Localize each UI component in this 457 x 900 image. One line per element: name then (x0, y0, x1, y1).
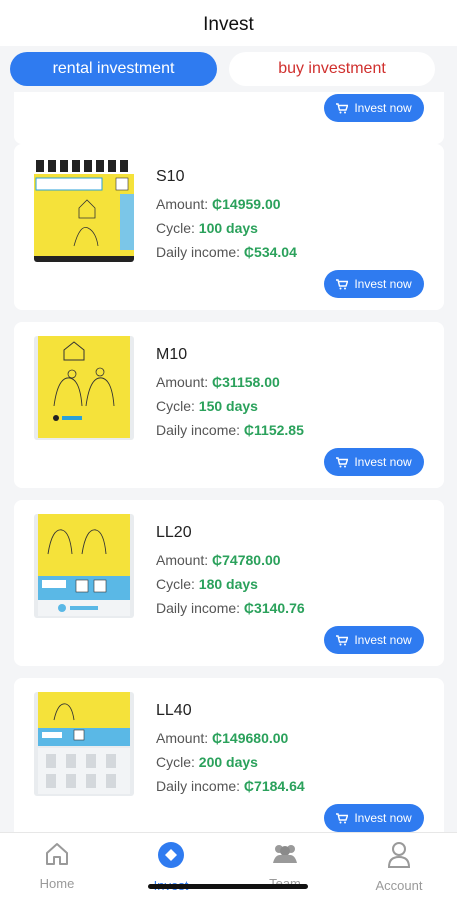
daily-income-value: ₵7184.64 (243, 778, 305, 794)
daily-income-row: Daily income: ₵7184.64 (156, 778, 305, 794)
cart-icon (336, 456, 349, 468)
product-name: LL20 (156, 524, 192, 541)
amount-value: ₵74780.00 (212, 552, 281, 568)
product-image-ll40 (34, 692, 134, 796)
invest-now-label: Invest now (354, 455, 412, 469)
product-name: M10 (156, 346, 188, 363)
invest-now-button[interactable]: Invest now (324, 804, 424, 832)
cycle-value: 200 days (198, 754, 258, 770)
invest-now-label: Invest now (354, 811, 412, 825)
product-name: S10 (156, 168, 185, 185)
cycle-row: Cycle: 100 days (156, 220, 258, 236)
amount-value: ₵149680.00 (212, 730, 289, 746)
product-name: LL40 (156, 702, 192, 719)
invest-now-label: Invest now (354, 277, 412, 291)
invest-now-button[interactable]: Invest now (324, 626, 424, 654)
team-icon (270, 841, 300, 870)
home-indicator[interactable] (148, 884, 308, 889)
cart-icon (336, 634, 349, 646)
product-image-ll20 (34, 514, 134, 618)
nav-item-home[interactable]: Home (0, 841, 114, 897)
product-image-s10 (34, 158, 134, 262)
product-card-ll40: LL40 Amount: ₵149680.00 Cycle: 200 days … (14, 678, 444, 832)
daily-income-row: Daily income: ₵1152.85 (156, 422, 304, 438)
amount-row: Amount: ₵74780.00 (156, 552, 281, 568)
cart-icon (336, 102, 349, 114)
cart-icon (336, 812, 349, 824)
cycle-value: 100 days (198, 220, 258, 236)
nav-item-account[interactable]: Account (342, 841, 456, 897)
product-card-partial: Invest now (14, 92, 444, 144)
daily-income-value: ₵534.04 (243, 244, 297, 260)
product-card-ll20: LL20 Amount: ₵74780.00 Cycle: 180 days D… (14, 500, 444, 666)
amount-value: ₵14959.00 (212, 196, 281, 212)
amount-row: Amount: ₵14959.00 (156, 196, 281, 212)
product-card-s10: S10 Amount: ₵14959.00 Cycle: 100 days Da… (14, 144, 444, 310)
product-list[interactable]: Invest now S10 Amount: ₵14959.00 Cycle: … (0, 92, 457, 832)
nav-label-home: Home (39, 876, 75, 891)
cycle-row: Cycle: 150 days (156, 398, 258, 414)
daily-income-row: Daily income: ₵534.04 (156, 244, 297, 260)
daily-income-row: Daily income: ₵3140.76 (156, 600, 305, 616)
bottom-navigation: Home Invest Team Account (0, 832, 457, 900)
page-header: Invest (0, 0, 457, 50)
daily-income-value: ₵1152.85 (243, 422, 304, 438)
invest-now-label: Invest now (354, 101, 412, 115)
daily-income-value: ₵3140.76 (243, 600, 305, 616)
invest-now-button[interactable]: Invest now (324, 448, 424, 476)
invest-now-label: Invest now (354, 633, 412, 647)
amount-value: ₵31158.00 (212, 374, 280, 390)
invest-now-button[interactable]: Invest now (324, 94, 424, 122)
product-card-m10: M10 Amount: ₵31158.00 Cycle: 150 days Da… (14, 322, 444, 488)
home-icon (44, 841, 70, 870)
page-title: Invest (203, 14, 254, 35)
cart-icon (336, 278, 349, 290)
investment-tabs: rental investment buy investment (0, 46, 457, 92)
invest-now-button[interactable]: Invest now (324, 270, 424, 298)
cycle-value: 180 days (198, 576, 258, 592)
cycle-row: Cycle: 180 days (156, 576, 258, 592)
amount-row: Amount: ₵149680.00 (156, 730, 289, 746)
nav-label-account: Account (375, 878, 423, 893)
invest-icon (157, 841, 185, 872)
cycle-value: 150 days (198, 398, 258, 414)
amount-row: Amount: ₵31158.00 (156, 374, 280, 390)
cycle-row: Cycle: 200 days (156, 754, 258, 770)
tab-buy-investment[interactable]: buy investment (229, 52, 435, 86)
account-icon (386, 841, 412, 872)
product-image-m10 (34, 336, 134, 440)
tab-rental-investment[interactable]: rental investment (10, 52, 217, 86)
